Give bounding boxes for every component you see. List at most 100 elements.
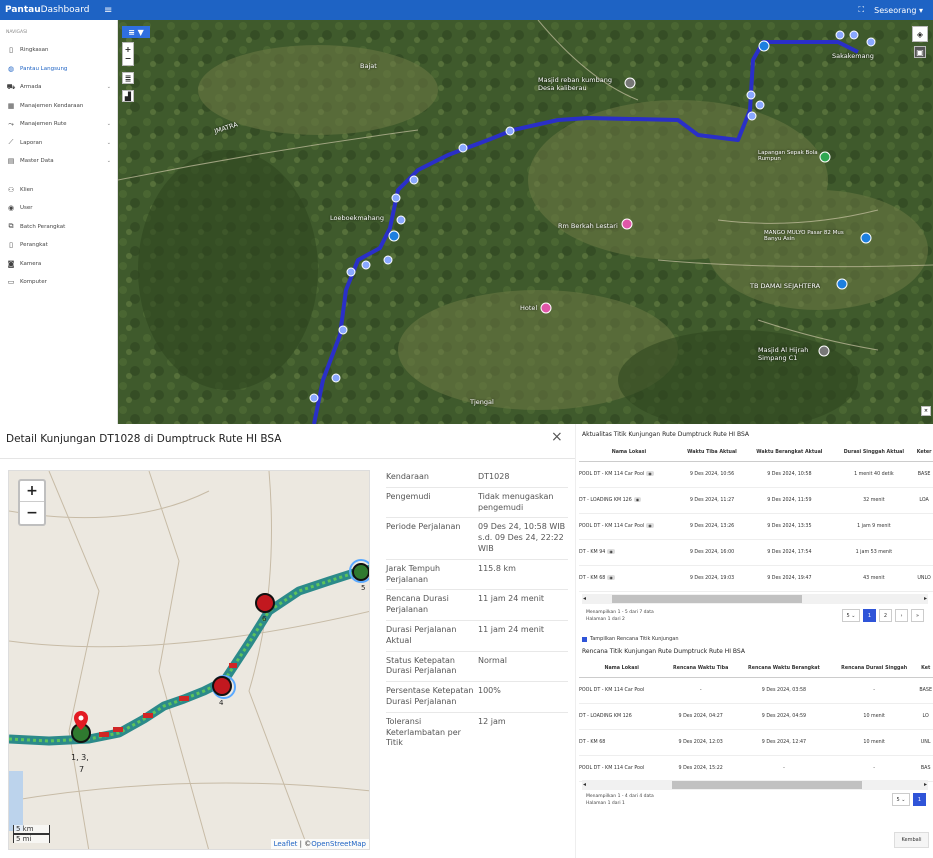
sidebar-item-klien[interactable]: ⚇ Klien: [0, 181, 117, 200]
scroll-right-icon[interactable]: ▸: [924, 595, 927, 602]
show-plan-checkbox[interactable]: Tampilkan Rencana Titik Kunjungan: [582, 636, 679, 642]
sidebar-item-kamera[interactable]: ◙ Kamera: [0, 255, 117, 274]
page-button[interactable]: 1: [913, 793, 926, 806]
sidebar-item-batch-perangkat[interactable]: ⧉ Batch Perangkat: [0, 218, 117, 237]
sidebar-item-komputer[interactable]: ▭ Komputer: [0, 273, 117, 292]
chevron-down-icon: ⌄: [106, 84, 111, 91]
page-button[interactable]: 1: [863, 609, 876, 622]
osm-map-canvas[interactable]: [9, 471, 370, 850]
osm-link[interactable]: OpenStreetMap: [311, 840, 366, 848]
eye-icon[interactable]: ◉: [607, 575, 615, 580]
sidebar-item-laporan[interactable]: ⟋ Laporan ⌄: [0, 134, 117, 153]
zoom-in-button[interactable]: +: [20, 481, 44, 502]
detail-value: 11 jam 24 menit: [478, 624, 545, 634]
sidebar-item-armada[interactable]: ⛟ Armada ⌄: [0, 78, 117, 97]
page-size-select[interactable]: 5 ⌄: [892, 793, 910, 806]
eye-icon[interactable]: ◉: [646, 471, 654, 476]
sidebar-item-label: Laporan: [20, 139, 43, 146]
column-header[interactable]: Durasi Singgah Aktual: [833, 444, 915, 462]
detail-key: Persentase Ketepatan Durasi Perjalanan: [386, 686, 474, 706]
modal-title: Detail Kunjungan DT1028 di Dumptruck Rut…: [6, 433, 282, 445]
table-cell: 9 Des 2024, 11:27: [678, 487, 746, 514]
sidebar-item-pantau-langsung[interactable]: ◍ Pantau Langsung: [0, 60, 117, 79]
column-header[interactable]: Rencana Durasi Singgah: [830, 660, 918, 678]
scroll-left-icon[interactable]: ◂: [583, 781, 586, 788]
plan-table-info: Menampilkan 1 - 4 dari 4 data Halaman 1 d…: [586, 794, 654, 806]
zoom-control[interactable]: + −: [122, 42, 134, 66]
brand-logo[interactable]: PantauDashboard: [0, 5, 100, 15]
fullscreen-icon[interactable]: ⛶: [859, 5, 865, 15]
table-cell: 1 menit 40 detik: [833, 461, 915, 488]
eye-icon[interactable]: ◉: [646, 523, 654, 528]
column-header[interactable]: Rencana Waktu Berangkat: [736, 660, 831, 678]
horizontal-scrollbar[interactable]: ◂ ▸: [582, 780, 928, 790]
page-size-select[interactable]: 5 ⌄: [842, 609, 860, 622]
live-satellite-map[interactable]: ≡ ▼ + − ≣ ▟ ◈ ▣ × Bajat Masjid reban kumb…: [118, 20, 933, 424]
laptop-icon: ▭: [7, 278, 15, 287]
eye-icon[interactable]: ◉: [633, 497, 642, 502]
sidebar-item-label: User: [20, 205, 33, 212]
table-cell: 1 jam 53 menit: [833, 539, 915, 566]
table-cell: 10 menit: [830, 703, 918, 730]
next-page-button[interactable]: ›: [895, 609, 908, 622]
map-corner-icon[interactable]: ×: [921, 406, 931, 416]
column-header[interactable]: Waktu Berangkat Aktual: [745, 444, 834, 462]
table-cell: UNLO: [914, 565, 933, 592]
chart-icon[interactable]: ▟: [122, 90, 134, 102]
column-header[interactable]: Keter: [914, 444, 933, 462]
sidebar-item-ringkasan[interactable]: ▯ Ringkasan: [0, 41, 117, 60]
column-header[interactable]: Nama Lokasi: [579, 444, 679, 462]
camera-icon: ◙: [7, 259, 15, 268]
scroll-thumb[interactable]: [612, 595, 802, 603]
table-cell: POOL DT - KM 114 Car Pool ◉: [579, 513, 679, 540]
column-header[interactable]: Nama Lokasi: [579, 660, 665, 678]
list-icon[interactable]: ≣: [122, 72, 134, 84]
map-mode-icon[interactable]: ▣: [914, 46, 926, 58]
map-label: MANGO MULYO Pasar 82 Mus Banyu Asin: [764, 230, 844, 242]
table-cell: 43 menit: [833, 565, 915, 592]
chevron-down-icon: ⌄: [106, 121, 111, 128]
layer-filter-button[interactable]: ≡ ▼: [122, 26, 150, 38]
eye-icon[interactable]: ◉: [607, 549, 615, 554]
column-header[interactable]: Ket: [917, 660, 933, 678]
actual-visit-table: Nama Lokasi Waktu Tiba Aktual Waktu Bera…: [579, 444, 933, 592]
horizontal-scrollbar[interactable]: ◂ ▸: [582, 594, 928, 604]
scroll-right-icon[interactable]: ▸: [924, 781, 927, 788]
scroll-left-icon[interactable]: ◂: [583, 595, 586, 602]
user-menu[interactable]: Seseorang ▾: [874, 6, 923, 15]
chevron-down-icon: ⌄: [106, 158, 111, 165]
sidebar-item-label: Ringkasan: [20, 47, 49, 54]
sidebar-item-manajemen-kendaraan[interactable]: ▦ Manajemen Kendaraan: [0, 97, 117, 116]
map-label: Masjid reban kumbang Desa kaliberau: [538, 76, 612, 92]
column-header[interactable]: Waktu Tiba Aktual: [678, 444, 746, 462]
checkbox-checked-icon[interactable]: [582, 636, 587, 642]
layers-icon[interactable]: ◈: [912, 26, 928, 42]
database-icon: ▤: [7, 157, 15, 166]
menu-toggle-icon[interactable]: ≡: [104, 5, 112, 16]
table-cell: -: [830, 677, 918, 704]
detail-key: Jarak Tempuh Perjalanan: [386, 563, 441, 584]
sidebar-item-perangkat[interactable]: ▯ Perangkat: [0, 236, 117, 255]
table-row: POOL DT - KM 114 Car Pool -9 Des 2024, 03…: [579, 677, 933, 704]
table-cell: BAS: [917, 755, 933, 782]
sidebar-item-user[interactable]: ◉ User: [0, 199, 117, 218]
sidebar-item-manajemen-rute[interactable]: ⤳ Manajemen Rute ⌄: [0, 115, 117, 134]
route-detail-map[interactable]: 1, 3, 7 4 5 6 + − 5 km 5 mi Leaflet | ©O…: [8, 470, 370, 850]
zoom-control[interactable]: + −: [18, 479, 46, 526]
table-cell: DT - KM 94 ◉: [579, 539, 679, 566]
sidebar-item-master-data[interactable]: ▤ Master Data ⌄: [0, 152, 117, 171]
zoom-out-button[interactable]: −: [20, 502, 44, 523]
satellite-map-canvas[interactable]: [118, 20, 933, 424]
leaflet-link[interactable]: Leaflet: [274, 840, 298, 848]
back-button[interactable]: Kembali: [894, 832, 929, 848]
column-header[interactable]: Rencana Waktu Tiba: [664, 660, 737, 678]
phone-icon: ▯: [9, 241, 13, 250]
table-cell: 9 Des 2024, 04:59: [736, 703, 831, 730]
map-label: TB DAMAI SEJAHTERA: [750, 282, 821, 290]
last-page-button[interactable]: »: [911, 609, 924, 622]
scroll-thumb[interactable]: [672, 781, 862, 789]
page-button[interactable]: 2: [879, 609, 892, 622]
brand-rest: Dashboard: [40, 5, 90, 15]
sidebar-item-label: Kamera: [20, 260, 42, 267]
close-icon[interactable]: ×: [551, 429, 563, 445]
